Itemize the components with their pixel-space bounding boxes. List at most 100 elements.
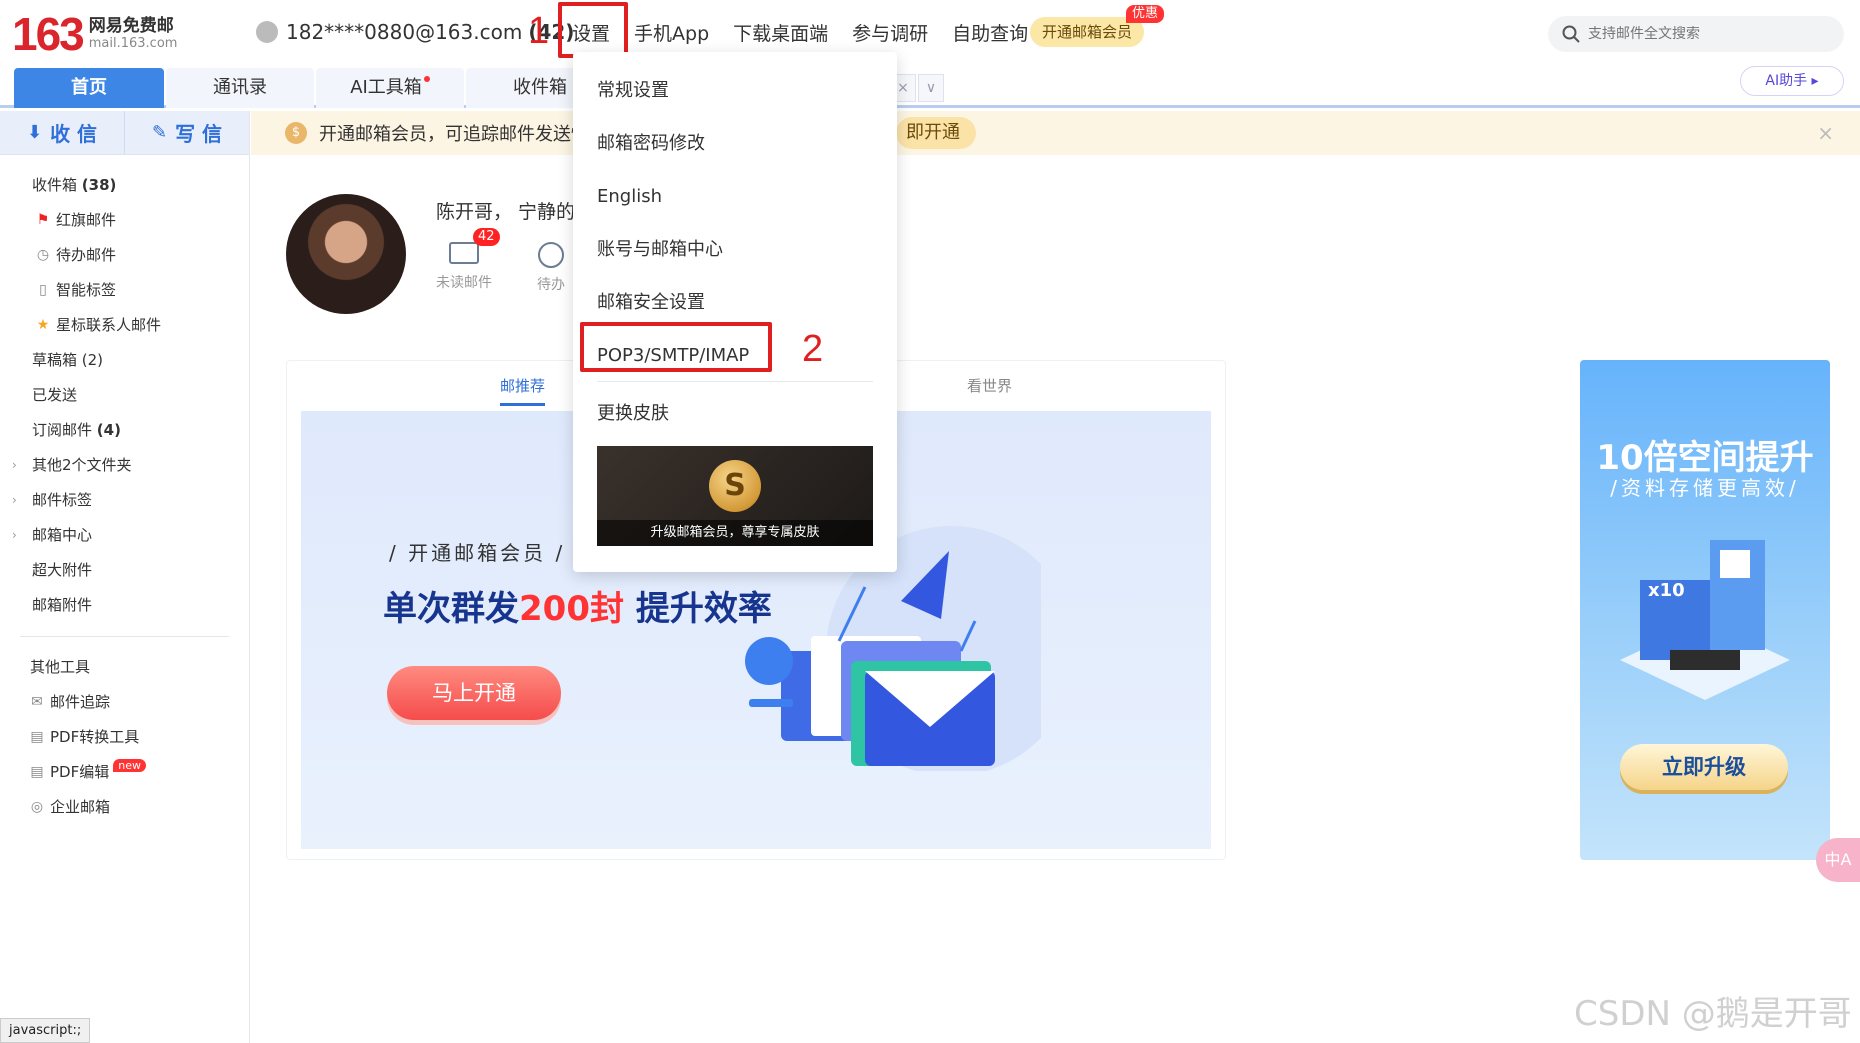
folder-inbox[interactable]: 收件箱 (38)	[0, 167, 249, 202]
notice-text: 开通邮箱会员，可追踪邮件发送情	[319, 124, 589, 145]
skin-caption: 升级邮箱会员，尊享专属皮肤	[597, 520, 873, 546]
red-flag-icon: ⚑	[36, 211, 50, 228]
unread-badge: 42	[473, 228, 500, 246]
compose-button[interactable]: ✎ 写 信	[124, 111, 249, 154]
logo[interactable]: 163 网易免费邮 mail.163.com	[12, 8, 177, 60]
receive-button[interactable]: ⬇ 收 信	[0, 111, 124, 154]
unread-mail-stat[interactable]: 42 未读邮件	[436, 228, 500, 292]
clock-icon	[538, 242, 564, 268]
inbox-download-icon: ⬇	[26, 122, 43, 143]
menu-general-settings[interactable]: 常规设置	[597, 76, 669, 106]
vip-discount-badge: 优惠	[1126, 5, 1165, 23]
divider	[597, 381, 873, 382]
upgrade-now-button[interactable]: 立即升级	[1620, 744, 1788, 790]
tool-mail-tracking[interactable]: ✉ 邮件追踪	[0, 684, 249, 719]
divider	[20, 636, 229, 637]
chevron-right-icon: ›	[12, 457, 17, 472]
ad-subtitle: /资料存储更高效/	[1610, 476, 1800, 500]
vip-notice-bar: $ 开通邮箱会员，可追踪邮件发送情 即开通 ×	[251, 111, 1860, 155]
menu-account-center[interactable]: 账号与邮箱中心	[597, 235, 723, 265]
folder-todo[interactable]: ◷ 待办邮件	[0, 237, 249, 272]
folder-mail-center[interactable]: › 邮箱中心	[0, 517, 249, 552]
user-avatar[interactable]	[286, 194, 406, 314]
mail-app: 163 网易免费邮 mail.163.com 182****0880@163.c…	[0, 0, 1860, 1043]
folder-other-folders[interactable]: › 其他2个文件夹	[0, 447, 249, 482]
account-avatar-icon	[256, 21, 278, 43]
nav-survey[interactable]: 参与调研	[840, 18, 940, 50]
tab-bar: 首页 通讯录 AI工具箱 收件箱 × ∨ AI助手 ▸	[0, 66, 1860, 108]
mail-track-icon: ✉	[31, 693, 43, 710]
top-nav: 设置 手机App 下载桌面端 参与调研 自助查询	[560, 18, 1040, 50]
pdf-edit-icon: ▤	[30, 763, 44, 780]
close-icon[interactable]: ×	[1817, 121, 1834, 145]
search-icon	[1562, 25, 1580, 43]
greeting: 陈开哥， 宁静的	[436, 201, 576, 223]
account-email: 182****0880@163.com	[286, 20, 523, 44]
skin-promo[interactable]: S 升级邮箱会员，尊享专属皮肤	[597, 446, 873, 546]
storage-upgrade-ad[interactable]: 10倍空间提升 /资料存储更高效/ x10 立即升级	[1580, 360, 1830, 860]
settings-highlight-box	[558, 2, 628, 58]
nav-desktop-download[interactable]: 下载桌面端	[721, 18, 840, 50]
tab-recommend[interactable]: 邮推荐	[500, 375, 546, 406]
folder-sent[interactable]: 已发送	[0, 377, 249, 412]
menu-change-skin[interactable]: 更换皮肤	[597, 399, 669, 429]
notice-open-button[interactable]: 即开通	[896, 117, 976, 149]
menu-security-settings[interactable]: 邮箱安全设置	[597, 288, 705, 318]
tool-enterprise-mail[interactable]: ◎ 企业邮箱	[0, 789, 249, 824]
chevron-right-icon: ›	[12, 527, 17, 542]
browser-status-bar: javascript:;	[0, 1018, 91, 1043]
folder-mail-tags[interactable]: › 邮件标签	[0, 482, 249, 517]
logo-title: 网易免费邮	[88, 16, 174, 36]
nav-self-service[interactable]: 自助查询	[940, 18, 1040, 50]
banner-kicker: / 开通邮箱会员 /	[389, 541, 566, 565]
watermark: CSDN @鹅是开哥	[1574, 994, 1852, 1034]
nav-mobile-app[interactable]: 手机App	[622, 18, 721, 50]
tab-new-dot	[423, 76, 430, 82]
tool-pdf-edit[interactable]: ▤ PDF编辑 new	[0, 754, 249, 789]
banner-headline: 单次群发200封 提升效率	[383, 589, 772, 629]
ad-x10-badge: x10	[1648, 580, 1685, 601]
todo-stat[interactable]: 待办	[537, 242, 565, 294]
ai-assistant-button[interactable]: AI助手 ▸	[1740, 66, 1844, 96]
folder-drafts[interactable]: 草稿箱 (2)	[0, 342, 249, 377]
translate-icon[interactable]: 中A	[1816, 838, 1860, 882]
tab-more-chevron-icon[interactable]: ∨	[918, 74, 944, 102]
tab-world[interactable]: 看世界	[967, 375, 1012, 396]
globe-icon: ◎	[30, 798, 44, 815]
tab-ai-tools[interactable]: AI工具箱	[316, 68, 464, 108]
pdf-file-icon: ▤	[30, 728, 44, 745]
tab-contacts[interactable]: 通讯录	[166, 68, 314, 108]
menu-english[interactable]: English	[597, 182, 662, 212]
folder-starred-contacts[interactable]: ★ 星标联系人邮件	[0, 307, 249, 342]
storage-illustration: x10	[1620, 540, 1790, 700]
search-box[interactable]	[1548, 16, 1844, 52]
step-2-annotation: 2	[802, 328, 824, 370]
step-1-annotation: 1	[528, 10, 550, 52]
tool-pdf-convert[interactable]: ▤ PDF转换工具	[0, 719, 249, 754]
menu-change-password[interactable]: 邮箱密码修改	[597, 129, 705, 159]
folder-flagged[interactable]: ⚑ 红旗邮件	[0, 202, 249, 237]
folder-subscriptions[interactable]: 订阅邮件 (4)	[0, 412, 249, 447]
tab-home[interactable]: 首页	[14, 68, 164, 108]
coin-icon: $	[285, 122, 307, 144]
folder-smart-tags[interactable]: ▯ 智能标签	[0, 272, 249, 307]
folder-list: 收件箱 (38) ⚑ 红旗邮件 ◷ 待办邮件 ▯ 智能标签 ★ 星标联系人邮件 草稿箱 …	[0, 155, 249, 824]
folder-large-attachments[interactable]: 超大附件	[0, 552, 249, 587]
coin-icon: S	[709, 460, 761, 512]
bookmark-icon: ▯	[39, 281, 47, 298]
open-now-button[interactable]: 马上开通	[387, 666, 561, 720]
star-icon: ★	[36, 316, 50, 333]
chevron-right-icon: ›	[12, 492, 17, 507]
folder-attachments[interactable]: 邮箱附件	[0, 587, 249, 622]
settings-dropdown: 常规设置 邮箱密码修改 English 账号与邮箱中心 邮箱安全设置 POP3/…	[573, 52, 897, 572]
logo-number: 163	[12, 8, 85, 60]
sidebar: ⬇ 收 信 ✎ 写 信 收件箱 (38) ⚑ 红旗邮件 ◷ 待办邮件 ▯ 智能标签 ★…	[0, 111, 250, 1043]
top-bar: 163 网易免费邮 mail.163.com 182****0880@163.c…	[0, 0, 1860, 66]
tools-heading: 其他工具	[30, 658, 91, 676]
envelope-icon: 42	[449, 228, 500, 264]
new-badge: new	[113, 759, 146, 772]
search-input[interactable]	[1588, 26, 1828, 42]
pen-icon: ✎	[151, 122, 168, 143]
clock-icon: ◷	[36, 246, 50, 263]
logo-domain: mail.163.com	[88, 36, 178, 51]
